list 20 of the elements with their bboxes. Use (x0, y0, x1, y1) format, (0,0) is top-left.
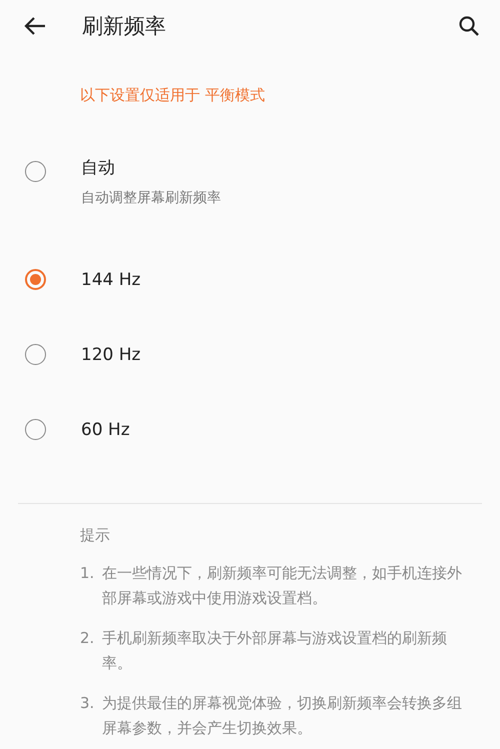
back-icon[interactable] (24, 16, 46, 36)
radio-button[interactable] (25, 344, 46, 365)
radio-button[interactable] (25, 161, 46, 182)
tip-text: 为提供最佳的屏幕视觉体验，切换刷新频率会转换多组屏幕参数，并会产生切换效果。 (102, 693, 463, 739)
tips-heading: 提示 (80, 526, 111, 545)
option-label[interactable]: 144 Hz (81, 270, 141, 290)
tip-number: 1. (80, 563, 96, 584)
tip-number: 3. (80, 693, 96, 714)
option-label[interactable]: 60 Hz (81, 420, 130, 440)
mode-note: 以下设置仅适用于 平衡模式 (79, 85, 266, 106)
search-icon[interactable] (458, 15, 480, 37)
tip-text: 在一些情况下，刷新频率可能无法调整，如手机连接外部屏幕或游戏中使用游戏设置档。 (102, 563, 463, 609)
tip-number: 2. (80, 628, 96, 649)
option-description: 自动调整屏幕刷新频率 (81, 189, 221, 207)
option-label[interactable]: 自动 (81, 156, 221, 179)
tip-text: 手机刷新频率取决于外部屏幕与游戏设置档的刷新频率。 (102, 628, 448, 674)
option-label[interactable]: 120 Hz (81, 344, 141, 364)
radio-button[interactable] (25, 419, 46, 440)
radio-button[interactable] (25, 269, 46, 290)
page-title: 刷新频率 (82, 13, 167, 40)
